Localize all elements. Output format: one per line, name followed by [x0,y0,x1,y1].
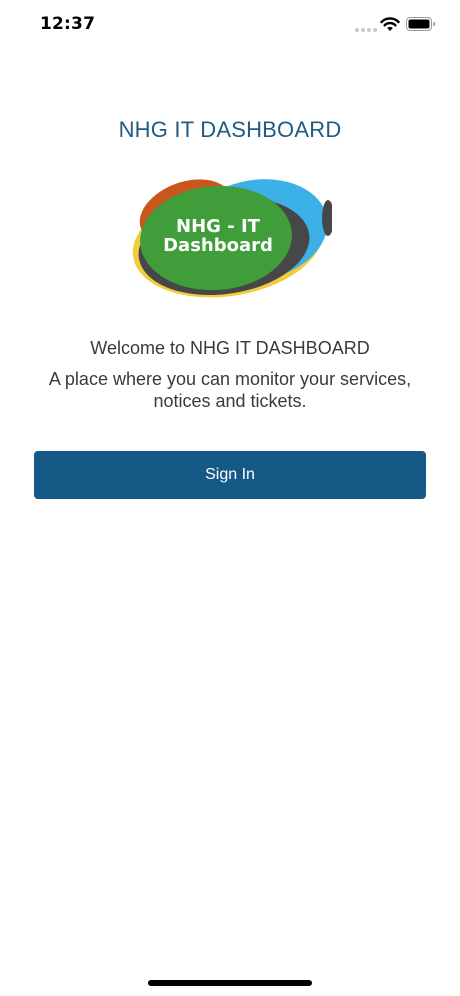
cellular-signal-icon [355,28,377,32]
battery-icon [406,17,436,31]
tagline-line1: A place where you can monitor your servi… [48,369,412,389]
nhg-it-dashboard-logo: NHG - IT Dashboard [132,179,332,298]
welcome-tagline: A place where you can monitor your servi… [20,368,440,412]
status-bar: 12:37 [0,0,460,50]
status-time: 12:37 [40,14,96,34]
wifi-icon [380,17,400,31]
sign-in-button[interactable]: Sign In [34,451,426,499]
home-indicator[interactable] [148,980,312,986]
page-title: NHG IT DASHBOARD [118,117,342,142]
logo-line1: NHG - IT [176,216,261,237]
welcome-heading: Welcome to NHG IT DASHBOARD [90,338,370,358]
logo-line2: Dashboard [163,235,273,256]
tagline-line2: notices and tickets. [153,391,307,411]
